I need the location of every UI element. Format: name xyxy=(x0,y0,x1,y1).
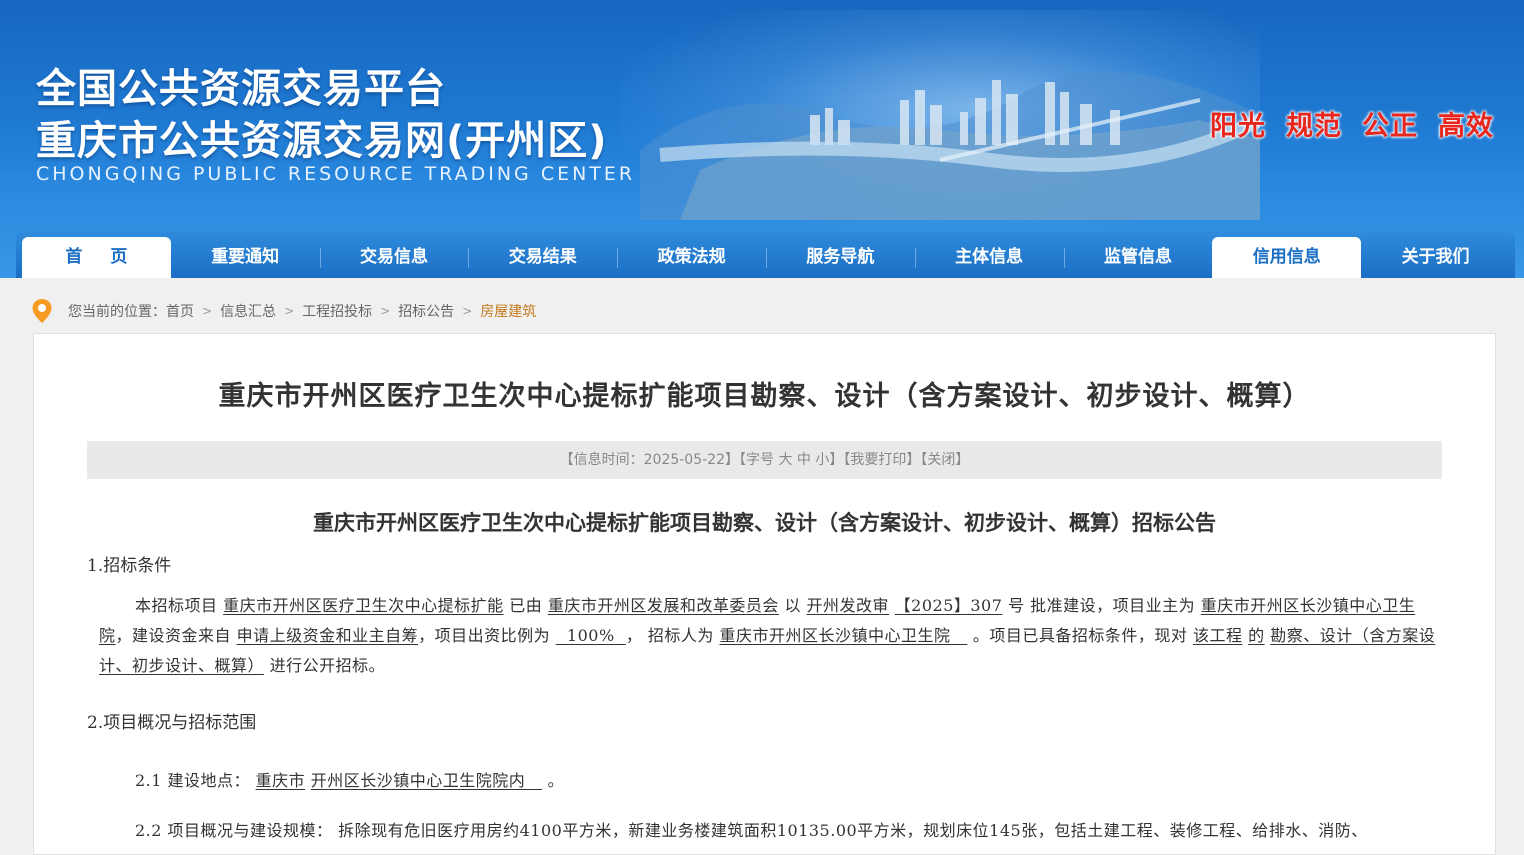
tender-conditions-paragraph: 本招标项目 重庆市开州区医疗卫生次中心提标扩能 已由 重庆市开州区发展和改革委员… xyxy=(99,596,1436,675)
nav-item-supervision[interactable]: 监管信息 xyxy=(1063,237,1213,278)
nav-item-notices[interactable]: 重要通知 xyxy=(171,237,320,278)
slogan-item: 阳光 xyxy=(1210,111,1266,142)
nav-item-entity-info[interactable]: 主体信息 xyxy=(914,237,1064,278)
document-title: 重庆市开州区医疗卫生次中心提标扩能项目勘察、设计（含方案设计、初步设计、概算）招… xyxy=(313,510,1216,535)
slogans: 阳光 规范 公正 高效 xyxy=(1210,104,1494,143)
breadcrumb: 您当前的位置： 首页 > 信息汇总 > 工程招投标 > 招标公告 > 房屋建筑 xyxy=(30,297,536,325)
main-nav: 首页 重要通知 交易信息 交易结果 政策法规 服务导航 主体信息 监管信息 信用… xyxy=(16,232,1515,278)
chevron-right-icon: > xyxy=(380,304,391,318)
project-overview-line: 2.2 项目概况与建设规模： 拆除现有危旧医疗用房约4100平方米，新建业务楼建… xyxy=(135,821,1368,840)
slogan-item: 公正 xyxy=(1362,111,1418,142)
section-heading: 1.招标条件 xyxy=(87,556,172,576)
breadcrumb-home[interactable]: 首页 xyxy=(166,301,194,321)
nav-item-credit-info[interactable]: 信用信息 xyxy=(1212,237,1362,278)
breadcrumb-info-summary[interactable]: 信息汇总 xyxy=(220,301,276,321)
site-title-line1: 全国公共资源交易平台 xyxy=(36,66,446,112)
breadcrumb-tender-notice[interactable]: 招标公告 xyxy=(398,301,454,321)
slogan-item: 高效 xyxy=(1438,111,1494,142)
site-title-line2: 重庆市公共资源交易网(开州区) xyxy=(36,118,608,164)
slogan-item: 规范 xyxy=(1286,111,1342,142)
nav-item-service-guide[interactable]: 服务导航 xyxy=(765,237,915,278)
publish-time: 【信息时间：2025-05-22】 xyxy=(559,452,739,468)
construction-site-line: 2.1 建设地点： 重庆市 开州区长沙镇中心卫生院院内 。 xyxy=(135,771,565,790)
site-title-english: CHONGQING PUBLIC RESOURCE TRADING CENTER xyxy=(36,163,636,185)
chevron-right-icon: > xyxy=(202,304,213,318)
nav-item-trade-results[interactable]: 交易结果 xyxy=(468,237,617,278)
nav-item-trade-info[interactable]: 交易信息 xyxy=(319,237,469,278)
font-size-small[interactable]: 小】 xyxy=(815,452,843,468)
article-title: 重庆市开州区医疗卫生次中心提标扩能项目勘察、设计（含方案设计、初步设计、概算） xyxy=(218,381,1311,412)
nav-item-about[interactable]: 关于我们 xyxy=(1361,237,1510,278)
breadcrumb-prefix: 您当前的位置： xyxy=(68,304,166,320)
content-panel: 重庆市开州区医疗卫生次中心提标扩能项目勘察、设计（含方案设计、初步设计、概算） … xyxy=(33,333,1496,855)
chevron-right-icon: > xyxy=(462,304,473,318)
print-button[interactable]: 【我要打印】 xyxy=(843,452,920,468)
location-pin-icon xyxy=(32,299,52,323)
close-button[interactable]: 【关闭】 xyxy=(920,452,969,468)
article-info-bar: 【信息时间：2025-05-22】【字号 大 中 小】【我要打印】【关闭】 xyxy=(87,441,1442,479)
nav-item-policies[interactable]: 政策法规 xyxy=(617,237,766,278)
nav-item-home[interactable]: 首页 xyxy=(22,237,171,278)
city-skyline-image xyxy=(640,71,1260,220)
breadcrumb-engineering-bidding[interactable]: 工程招投标 xyxy=(302,301,372,321)
font-size-label: 【字号 xyxy=(739,452,774,468)
chevron-right-icon: > xyxy=(284,304,295,318)
section-heading: 2.项目概况与招标范围 xyxy=(87,713,257,733)
breadcrumb-current[interactable]: 房屋建筑 xyxy=(480,301,536,321)
font-size-medium[interactable]: 中 xyxy=(797,452,811,468)
font-size-large[interactable]: 大 xyxy=(778,452,792,468)
